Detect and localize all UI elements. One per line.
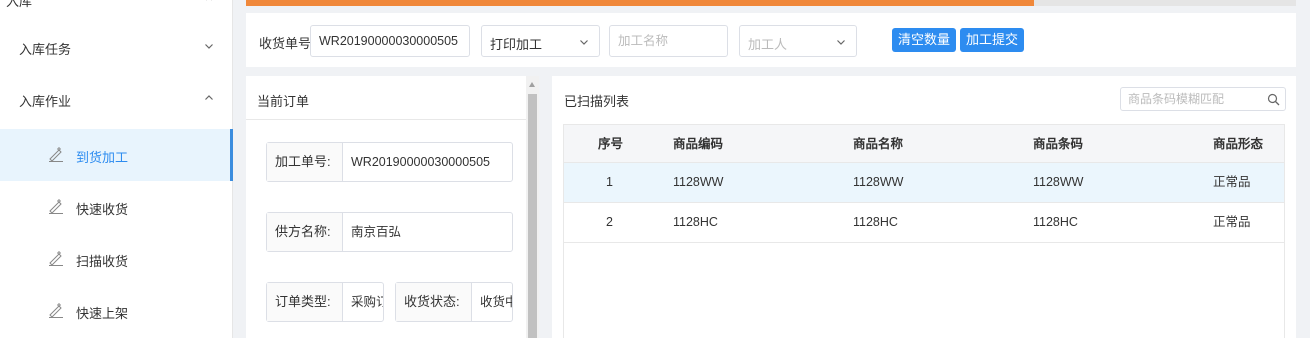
chevron-down-icon [580, 40, 588, 45]
cell-index: 1 [606, 175, 613, 189]
sidebar-group-inbound-tasks[interactable]: 入库任务 [0, 22, 233, 72]
receipt-number-input[interactable] [310, 25, 470, 57]
edit-icon [49, 199, 63, 214]
table-row[interactable]: 1 1128WW 1128WW 1128WW 正常品 [564, 162, 1284, 202]
sidebar-group-label: 入库任务 [19, 42, 72, 57]
sidebar-group-label: 入库作业 [19, 94, 72, 109]
cell-code: 1128WW [673, 175, 724, 189]
sidebar-group-label: 入库 [6, 0, 33, 9]
barcode-search-input[interactable] [1121, 88, 1261, 110]
search-icon[interactable] [1267, 93, 1280, 106]
sidebar-item-scan-receive[interactable]: 扫描收货 [0, 233, 233, 285]
receive-status-label: 收货状态: [396, 283, 472, 321]
cell-form: 正常品 [1213, 215, 1251, 229]
sidebar-item-quick-receive[interactable]: 快速收货 [0, 181, 233, 233]
sidebar-item-label: 到货加工 [76, 150, 129, 165]
column-header-index: 序号 [598, 137, 624, 151]
sidebar-item-arrival-processing[interactable]: 到货加工 [0, 129, 233, 181]
receipt-number-label: 收货单号 [259, 36, 312, 51]
submit-processing-button[interactable]: 加工提交 [960, 28, 1024, 52]
cell-form: 正常品 [1213, 175, 1251, 189]
edit-icon [49, 303, 63, 318]
chevron-up-icon [205, 95, 213, 100]
sidebar-group-inbound-ops[interactable]: 入库作业 [0, 74, 233, 124]
order-type-value: 采购订单 [351, 295, 383, 309]
supplier-name-label: 供方名称: [267, 213, 343, 251]
progress-bar [246, 0, 1296, 6]
chevron-down-icon [205, 44, 213, 49]
table-divider [564, 242, 1284, 243]
cell-code: 1128HC [673, 215, 718, 229]
cell-index: 2 [606, 215, 613, 229]
order-type-label: 订单类型: [267, 283, 343, 321]
processor-select[interactable]: 加工人 [739, 25, 857, 57]
clear-quantity-button[interactable]: 清空数量 [892, 28, 956, 52]
current-order-title: 当前订单 [257, 94, 310, 109]
barcode-search[interactable] [1120, 87, 1286, 111]
cell-name: 1128WW [853, 175, 904, 189]
process-order-number-field: 加工单号: WR20190000030000505 [266, 142, 513, 182]
sidebar-item-label: 快速收货 [76, 202, 129, 217]
process-order-number-label: 加工单号: [267, 143, 343, 181]
edit-icon [49, 147, 63, 162]
receive-status-field: 收货状态: 收货中 [395, 282, 513, 322]
scanned-list-panel: 已扫描列表 序号 商品编码 商品名称 商品条码 商品形态 1 1128WW 11… [552, 76, 1296, 338]
sidebar: 入库 入库任务 入库作业 到货加工 快速收货 扫描收货 快速上架 [0, 0, 233, 338]
order-panel-scrollbar[interactable] [526, 76, 539, 338]
sidebar-item-label: 扫描收货 [76, 254, 129, 269]
cell-name: 1128HC [853, 215, 898, 229]
table-header: 序号 商品编码 商品名称 商品条码 商品形态 [564, 125, 1284, 163]
column-header-name: 商品名称 [853, 137, 904, 151]
progress-fill [246, 0, 1034, 6]
receive-status-value: 收货中 [480, 295, 512, 309]
supplier-name-field: 供方名称: 南京百弘 [266, 212, 513, 252]
print-mode-select[interactable]: 打印加工 [481, 25, 600, 57]
chevron-down-icon [837, 40, 845, 45]
table-row[interactable]: 2 1128HC 1128HC 1128HC 正常品 [564, 202, 1284, 242]
current-order-header: 当前订单 [246, 76, 526, 120]
scanned-table: 序号 商品编码 商品名称 商品条码 商品形态 1 1128WW 1128WW 1… [563, 124, 1285, 338]
column-header-barcode: 商品条码 [1033, 137, 1084, 151]
column-header-code: 商品编码 [673, 137, 724, 151]
order-type-field: 订单类型: 采购订单 [266, 282, 384, 322]
sidebar-item-label: 快速上架 [76, 306, 129, 321]
scanned-list-header: 已扫描列表 [552, 76, 1296, 120]
scanned-list-title: 已扫描列表 [564, 94, 630, 109]
sidebar-item-quick-putaway[interactable]: 快速上架 [0, 285, 233, 337]
edit-icon [49, 251, 63, 266]
process-order-number-value: WR20190000030000505 [351, 155, 491, 169]
sidebar-group-inbound[interactable]: 入库 [0, 0, 233, 12]
close-icon [206, 0, 212, 1]
print-mode-value: 打印加工 [490, 37, 543, 52]
current-order-panel: 当前订单 加工单号: WR20190000030000505 供方名称: 南京百… [246, 76, 539, 338]
scrollbar-thumb[interactable] [528, 94, 537, 338]
supplier-name-value: 南京百弘 [351, 225, 402, 239]
scroll-up-icon[interactable] [529, 82, 535, 87]
processor-placeholder: 加工人 [748, 37, 788, 52]
column-header-form: 商品形态 [1213, 137, 1264, 151]
process-name-input[interactable] [609, 25, 728, 57]
cell-barcode: 1128HC [1033, 215, 1078, 229]
cell-barcode: 1128WW [1033, 175, 1084, 189]
toolbar: 收货单号 打印加工 加工人 清空数量 加工提交 [246, 13, 1296, 67]
